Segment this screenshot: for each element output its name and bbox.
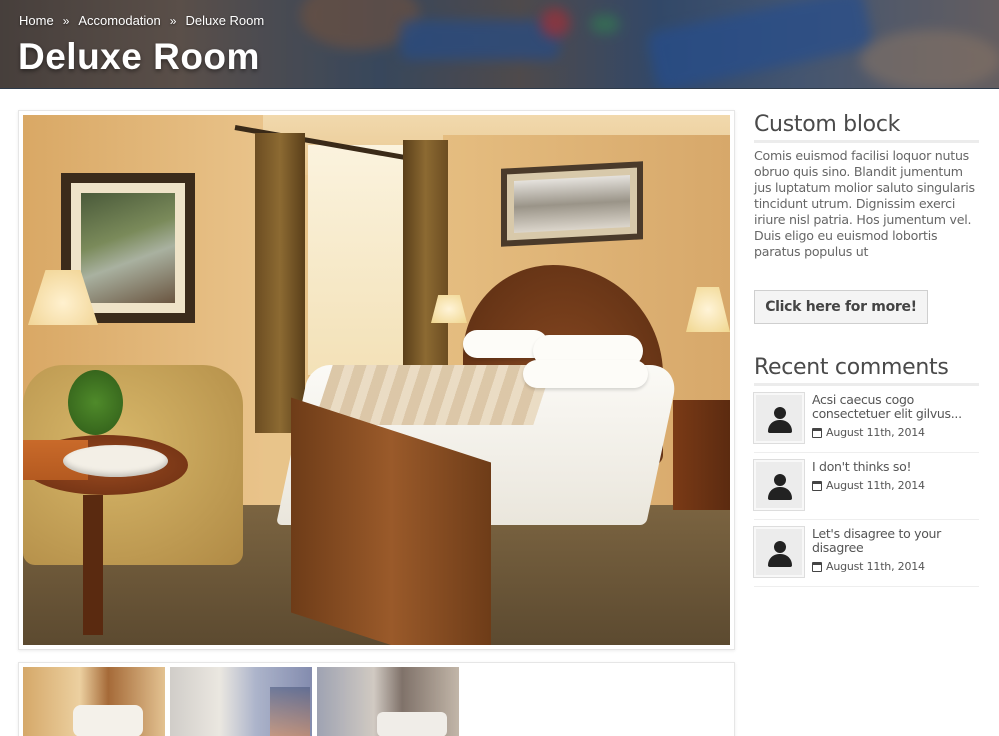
breadcrumb-home-link[interactable]: Home: [19, 13, 54, 28]
breadcrumb-separator: »: [62, 13, 70, 28]
gallery-thumbnail-2[interactable]: [170, 667, 312, 736]
comment-date: August 11th, 2014: [812, 426, 979, 439]
comment-link[interactable]: Let's disagree to your disagree: [812, 527, 979, 555]
sidebar: Custom block Comis euismod facilisi loqu…: [753, 112, 979, 587]
breadcrumb-accomodation-link[interactable]: Accomodation: [78, 13, 160, 28]
comment-item: Acsi caecus cogo consectetuer elit gilvu…: [753, 386, 979, 453]
calendar-icon: [812, 480, 822, 491]
main-room-photo[interactable]: [23, 115, 730, 645]
gallery-thumbnail-1[interactable]: [23, 667, 165, 736]
user-avatar-icon: [753, 459, 805, 511]
breadcrumb-current: Deluxe Room: [185, 13, 265, 28]
breadcrumb-separator: »: [169, 13, 177, 28]
comment-link[interactable]: Acsi caecus cogo consectetuer elit gilvu…: [812, 393, 979, 421]
comment-item: Let's disagree to your disagree August 1…: [753, 520, 979, 587]
user-avatar-icon: [753, 392, 805, 444]
custom-block-text: Comis euismod facilisi loquor nutus obru…: [754, 148, 975, 259]
comment-item: I don't thinks so! August 11th, 2014: [753, 453, 979, 520]
comment-date-text: August 11th, 2014: [826, 479, 925, 492]
comment-date-text: August 11th, 2014: [826, 426, 925, 439]
main-image-frame: [18, 110, 735, 650]
recent-comments-widget: Recent comments Acsi caecus cogo consect…: [753, 355, 979, 587]
comment-date: August 11th, 2014: [812, 479, 979, 492]
comment-date-text: August 11th, 2014: [826, 560, 925, 573]
custom-block-widget: Custom block Comis euismod facilisi loqu…: [754, 112, 979, 324]
calendar-icon: [812, 427, 822, 438]
breadcrumb: Home » Accomodation » Deluxe Room: [19, 13, 264, 28]
calendar-icon: [812, 561, 822, 572]
gallery-thumbnail-3[interactable]: [317, 667, 459, 736]
click-here-for-more-button[interactable]: Click here for more!: [754, 290, 928, 324]
user-avatar-icon: [753, 526, 805, 578]
thumbnail-strip: [18, 662, 735, 736]
comment-date: August 11th, 2014: [812, 560, 979, 573]
comment-link[interactable]: I don't thinks so!: [812, 460, 979, 474]
page-title: Deluxe Room: [18, 36, 260, 77]
custom-block-title: Custom block: [754, 112, 979, 143]
recent-comments-title: Recent comments: [754, 355, 979, 386]
page-header-banner: Home » Accomodation » Deluxe Room Deluxe…: [0, 0, 999, 89]
